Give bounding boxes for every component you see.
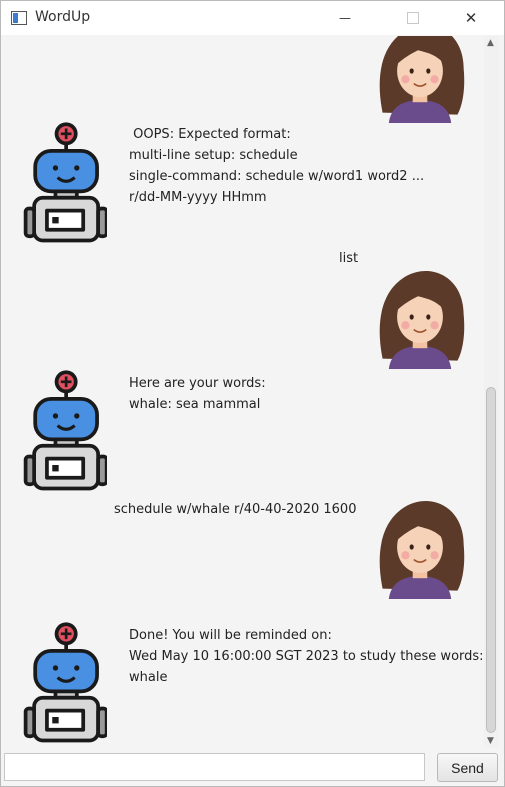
bot-message: OOPS: Expected format: multi-line setup:…	[129, 127, 425, 205]
maximize-icon	[407, 12, 419, 24]
app-icon	[11, 11, 27, 25]
close-icon: ✕	[464, 9, 478, 27]
title-bar: WordUp — ✕	[1, 1, 504, 35]
send-button[interactable]: Send	[437, 753, 498, 782]
girl-avatar-icon	[378, 270, 466, 370]
minimize-icon: —	[339, 11, 351, 25]
robot-avatar-icon	[23, 622, 107, 743]
chat-scrollbar[interactable]: ▲ ▼	[484, 36, 499, 748]
input-bar: Send	[1, 748, 504, 786]
robot-avatar-icon	[23, 122, 107, 243]
close-button[interactable]: ✕	[448, 1, 494, 35]
girl-avatar-icon	[378, 500, 466, 600]
user-message: schedule w/whale r/40-40-2020 1600	[114, 502, 357, 517]
chat-area[interactable]: OOPS: Expected format: multi-line setup:…	[3, 36, 484, 748]
message-input[interactable]	[4, 753, 425, 781]
app-window: WordUp — ✕ OOPS: Expected format: multi-…	[0, 0, 505, 787]
girl-avatar-icon	[378, 36, 466, 124]
scroll-down-icon[interactable]: ▼	[487, 736, 494, 746]
maximize-button[interactable]	[390, 1, 436, 35]
window-title: WordUp	[35, 9, 91, 25]
user-message: list	[339, 251, 359, 266]
scroll-thumb[interactable]	[486, 387, 496, 733]
bot-message: Done! You will be reminded on: Wed May 1…	[129, 628, 484, 685]
robot-avatar-icon	[23, 370, 107, 491]
bot-message: Here are your words: whale: sea mammal	[129, 376, 266, 412]
minimize-button[interactable]: —	[322, 1, 368, 35]
scroll-up-icon[interactable]: ▲	[487, 38, 494, 48]
